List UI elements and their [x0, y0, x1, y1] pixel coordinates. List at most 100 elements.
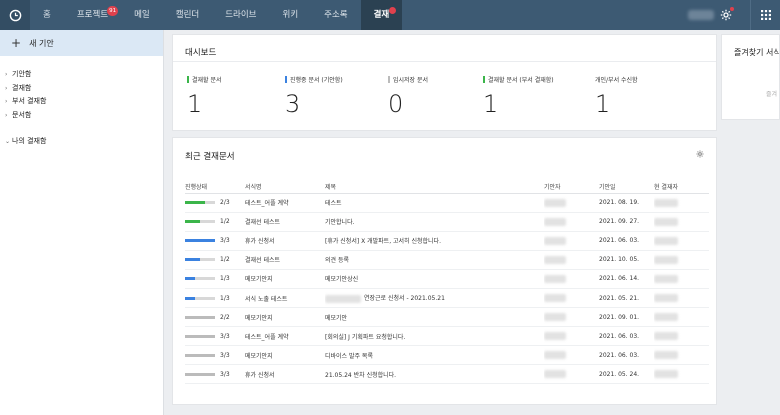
stat-value: 0	[388, 90, 404, 118]
progress-bar	[185, 353, 215, 357]
current-approver-cell	[654, 269, 709, 289]
nav-mail[interactable]: 메일	[121, 0, 163, 30]
nav-wiki[interactable]: 위키	[270, 0, 312, 30]
draft-date-cell: 2021. 06. 03.	[599, 231, 654, 251]
draft-date-cell: 2021. 06. 03.	[599, 326, 654, 347]
nav-label: 드라이브	[225, 10, 257, 20]
sidebar-item-dept-approvals[interactable]: › 부서 결재함	[0, 95, 163, 109]
nav-drive[interactable]: 드라이브	[212, 0, 269, 30]
redacted-text	[654, 255, 678, 264]
table-row[interactable]: 3/3 테스트_어플 계약 [회의실] J 기획파트 요청합니다. 2021. 06.…	[185, 326, 709, 347]
redacted-text	[544, 198, 566, 207]
redacted-text	[544, 274, 566, 283]
column-header[interactable]: 기안일	[599, 181, 654, 194]
current-approver-cell	[654, 288, 709, 309]
progress-cell: 1/2	[185, 250, 245, 270]
doc-title-cell[interactable]: 메모기안상신	[325, 269, 544, 289]
column-header[interactable]: 제목	[325, 181, 544, 194]
doc-title-text: [휴가 신청서] X 개발파트, 고서히 신청합니다.	[325, 238, 441, 246]
doc-title-cell[interactable]: [휴가 신청서] X 개발파트, 고서히 신청합니다.	[325, 231, 544, 251]
draft-date-cell: 2021. 05. 24.	[599, 364, 654, 385]
drafter-cell	[544, 326, 599, 347]
doc-title-cell[interactable]: 디바이스 발주 목록	[325, 345, 544, 366]
form-name-cell: 서식 노출 테스트	[245, 288, 325, 309]
settings-gear-icon[interactable]	[720, 7, 734, 21]
form-name-cell: 메모기안지	[245, 345, 325, 366]
sidebar-item-my-approvals[interactable]: ⌄ 나의 결재함	[0, 135, 163, 149]
progress-text: 3/3	[220, 332, 230, 340]
nav-project[interactable]: 프로젝트 91	[64, 0, 121, 30]
sidebar-item-drafts[interactable]: › 기안함	[0, 68, 163, 82]
stat-item[interactable]: 개인/부서 수신함 1	[595, 75, 638, 116]
column-header[interactable]: 현 결재자	[654, 181, 709, 194]
doc-title-cell[interactable]: 기안합니다.	[325, 212, 544, 232]
stat-label: 결재할 문서	[187, 75, 222, 84]
table-row[interactable]: 2/3 테스트_어플 계약 테스트 2021. 08. 19.	[185, 193, 709, 213]
stat-item[interactable]: 진행중 문서 (기안함) 3	[285, 75, 343, 116]
apps-grid-button[interactable]	[750, 0, 780, 30]
form-name-cell: 메모기안지	[245, 307, 325, 328]
column-header[interactable]: 서식명	[245, 181, 325, 194]
progress-cell: 3/3	[185, 326, 245, 347]
table-row[interactable]: 1/3 서식 노출 테스트 연장근로 신청서 - 2021.05.21 2021. 0…	[185, 288, 709, 309]
recent-documents-table: 진행상태 서식명 제목 기안자 기안일 현 결재자 2/3 테스트_어플 계약 테스트 2021…	[185, 181, 709, 385]
top-nav-bar: 홈 프로젝트 91 메일 캘린더 드라이브 위키 주소록 결재	[0, 0, 780, 30]
stat-item[interactable]: 결재할 문서 (부서 결재함) 1	[483, 75, 554, 116]
draft-date-cell: 2021. 09. 01.	[599, 307, 654, 328]
chevron-right-icon: ›	[5, 98, 8, 105]
dashboard-title: 대시보드	[173, 35, 716, 62]
nav-approval[interactable]: 결재	[360, 0, 403, 30]
drafter-cell	[544, 288, 599, 309]
redacted-text	[654, 274, 678, 283]
doc-title-cell[interactable]: 연장근로 신청서 - 2021.05.21	[325, 288, 544, 309]
column-header[interactable]: 기안자	[544, 181, 599, 194]
current-approver-cell	[654, 364, 709, 385]
nav-contacts[interactable]: 주소록	[311, 0, 360, 30]
stat-item[interactable]: 임시저장 문서 0	[388, 75, 428, 116]
table-row[interactable]: 3/3 휴가 신청서 [휴가 신청서] X 개발파트, 고서히 신청합니다. 2021…	[185, 231, 709, 251]
doc-title-cell[interactable]: 테스트	[325, 193, 544, 213]
table-row[interactable]: 3/3 휴가 신청서 21.05.24 반차 신청합니다. 2021. 05. 24.	[185, 364, 709, 385]
doc-title-cell[interactable]: 21.05.24 반차 신청합니다.	[325, 364, 544, 385]
doc-title-cell[interactable]: [회의실] J 기획파트 요청합니다.	[325, 326, 544, 347]
stat-color-mark	[285, 76, 287, 83]
column-header[interactable]: 진행상태	[185, 181, 245, 194]
table-row[interactable]: 1/2 결재선 테스트 기안합니다. 2021. 09. 27.	[185, 212, 709, 232]
home-logo-button[interactable]	[0, 0, 30, 30]
progress-text: 1/2	[220, 256, 230, 264]
draft-date-cell: 2021. 10. 05.	[599, 250, 654, 270]
doc-title-text: 연장근로 신청서 - 2021.05.21	[364, 295, 445, 303]
table-row[interactable]: 2/2 메모기안지 메모기안 2021. 09. 01.	[185, 307, 709, 328]
progress-bar	[185, 220, 215, 224]
doc-title-cell[interactable]: 의견 등록	[325, 250, 544, 270]
doc-title-text: 메모기안	[325, 314, 348, 322]
chevron-right-icon: ›	[5, 84, 8, 92]
stat-label-text: 진행중 문서 (기안함)	[290, 77, 343, 84]
new-draft-label: 새 기안	[29, 38, 54, 48]
doc-title-cell[interactable]: 메모기안	[325, 307, 544, 328]
drafter-cell	[544, 212, 599, 232]
table-row[interactable]: 3/3 메모기안지 디바이스 발주 목록 2021. 06. 03.	[185, 345, 709, 366]
left-sidebar: + 새 기안 › 기안함 › 결재함 › 부서 결재함 › 문서함 ⌄ 나의 결재함	[0, 30, 164, 415]
stat-color-mark	[187, 76, 189, 83]
new-draft-button[interactable]: + 새 기안	[0, 30, 163, 56]
form-name-cell: 휴가 신청서	[245, 364, 325, 385]
current-approver-cell	[654, 212, 709, 232]
redacted-text	[544, 217, 566, 226]
nav-home[interactable]: 홈	[30, 0, 64, 30]
stat-label: 임시저장 문서	[388, 75, 428, 84]
favorite-forms-card: 즐겨찾기 서식 즐겨	[721, 34, 780, 120]
doc-title-text: [회의실] J 기획파트 요청합니다.	[325, 333, 406, 341]
sidebar-item-documents[interactable]: › 문서함	[0, 109, 163, 123]
doc-title-text: 테스트	[325, 200, 342, 208]
redacted-text	[654, 236, 678, 245]
stat-item[interactable]: 결재할 문서 1	[187, 75, 222, 116]
table-row[interactable]: 1/2 결재선 테스트 의견 등록 2021. 10. 05.	[185, 250, 709, 270]
settings-gear-icon[interactable]	[696, 150, 704, 158]
table-row[interactable]: 1/3 메모기안지 메모기안상신 2021. 06. 14.	[185, 269, 709, 289]
progress-bar	[185, 296, 215, 300]
sidebar-item-approvals[interactable]: › 결재함	[0, 82, 163, 96]
stat-color-mark	[483, 76, 485, 83]
nav-calendar[interactable]: 캘린더	[163, 0, 212, 30]
user-name[interactable]	[688, 10, 714, 20]
